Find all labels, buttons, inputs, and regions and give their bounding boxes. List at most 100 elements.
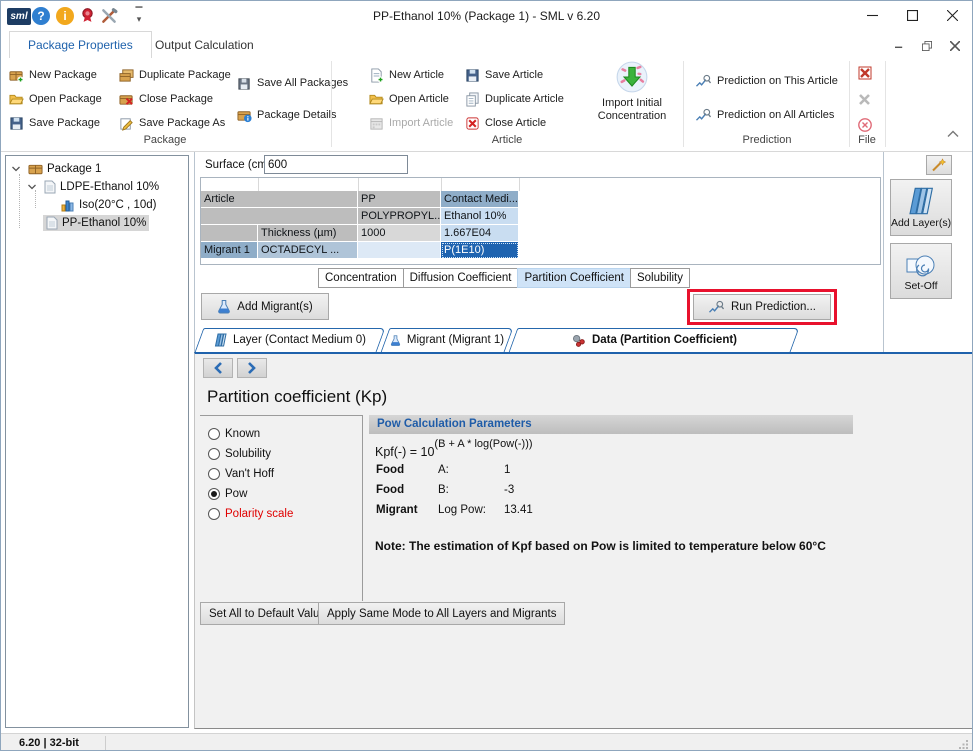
close-package-button[interactable]: Close Package: [119, 89, 213, 109]
mdi-close-button[interactable]: [944, 37, 966, 54]
prediction-icon: [695, 74, 712, 89]
save-package-as-button[interactable]: Save Package As: [119, 113, 225, 133]
cell-article-header[interactable]: Article: [201, 191, 358, 208]
radio-vant-hoff[interactable]: Van't Hoff: [208, 468, 274, 480]
pow-limit-note: Note: The estimation of Kpf based on Pow…: [375, 539, 826, 553]
prediction-this-article-button[interactable]: Prediction on This Article: [695, 71, 838, 91]
wizard-button[interactable]: [926, 155, 952, 175]
article-group-label: Article: [333, 134, 681, 146]
save-all-icon: [237, 76, 252, 91]
new-package-icon: [9, 68, 24, 83]
import-article-button: Import Article: [369, 113, 453, 133]
cell-migrant-row-label[interactable]: Migrant 1: [201, 242, 258, 259]
cell-thickness-label[interactable]: Thickness (µm): [258, 225, 358, 242]
save-icon: [9, 116, 24, 131]
tab-output-calculation[interactable]: Output Calculation: [137, 31, 272, 58]
tab-partition-coefficient[interactable]: Partition Coefficient: [517, 268, 631, 288]
tab-diffusion-coefficient[interactable]: Diffusion Coefficient: [403, 268, 519, 288]
resize-grip[interactable]: [959, 740, 969, 750]
close-all-files-button: [857, 89, 873, 109]
open-folder-icon: [9, 92, 24, 107]
ribbon-tab-bar: Package Properties Output Calculation: [1, 31, 972, 58]
cell-blank[interactable]: [201, 225, 258, 242]
close-article-button[interactable]: Close Article: [465, 113, 546, 133]
cell-blank[interactable]: [358, 242, 441, 259]
grid-line: [519, 178, 520, 191]
mdi-restore-button[interactable]: [916, 37, 938, 54]
panel-heading: Partition coefficient (Kp): [207, 387, 387, 407]
subtab-migrant[interactable]: Migrant (Migrant 1): [385, 328, 509, 352]
tree-item-ldpe-ethanol[interactable]: LDPE-Ethanol 10%: [27, 178, 162, 196]
set-off-button[interactable]: Set-Off: [890, 243, 952, 299]
subtab-layer[interactable]: Layer (Contact Medium 0): [199, 328, 381, 352]
prediction-icon: [708, 300, 725, 315]
new-article-icon: [369, 68, 384, 83]
tab-solubility[interactable]: Solubility: [630, 268, 690, 288]
tab-concentration[interactable]: Concentration: [318, 268, 404, 288]
tree-item-iso-condition[interactable]: Iso(20°C , 10d): [58, 196, 159, 214]
window-controls: [852, 1, 972, 30]
import-initial-concentration-icon: [615, 60, 649, 94]
divider: [200, 415, 362, 416]
open-article-button[interactable]: Open Article: [369, 89, 449, 109]
group-separator: [683, 61, 684, 147]
layer-migrant-table: Article PP Contact Medi... POLYPROPYL...…: [200, 177, 881, 265]
radio-known[interactable]: Known: [208, 428, 260, 440]
article-icon: [46, 216, 58, 230]
nav-next-button[interactable]: [237, 358, 267, 378]
cell-contact-medium-header[interactable]: Contact Medi...: [441, 191, 519, 208]
cell-contact-medium-name[interactable]: Ethanol 10%: [441, 208, 519, 225]
molecule-icon: [571, 333, 586, 347]
cell-blank[interactable]: [201, 208, 358, 225]
radio-polarity-scale[interactable]: Polarity scale: [208, 508, 293, 520]
add-layers-button[interactable]: Add Layer(s): [890, 179, 952, 236]
package-group-label: Package: [1, 134, 329, 146]
apply-same-mode-button[interactable]: Apply Same Mode to All Layers and Migran…: [318, 602, 565, 625]
layer-icon: [214, 333, 227, 347]
tree-item-pp-ethanol[interactable]: PP-Ethanol 10%: [43, 214, 149, 232]
maximize-button[interactable]: [892, 1, 932, 30]
cell-material[interactable]: POLYPROPYL...: [358, 208, 441, 225]
package-icon: [28, 163, 43, 176]
duplicate-article-button[interactable]: Duplicate Article: [465, 89, 564, 109]
cell-partition-value-selected[interactable]: P(1E10): [441, 242, 519, 259]
add-migrants-button[interactable]: Add Migrant(s): [201, 293, 329, 320]
expander-down-icon[interactable]: [11, 164, 21, 174]
collapse-ribbon-icon[interactable]: [947, 130, 959, 138]
mdi-minimize-button[interactable]: [888, 37, 910, 54]
minimize-button[interactable]: [852, 1, 892, 30]
save-package-button[interactable]: Save Package: [9, 113, 100, 133]
nav-previous-button[interactable]: [203, 358, 233, 378]
cell-thickness-value[interactable]: 1000: [358, 225, 441, 242]
subtab-data[interactable]: Data (Partition Coefficient): [513, 328, 795, 352]
radio-dot: [208, 508, 220, 520]
param-row-logpow: MigrantLog Pow:13.41: [376, 504, 533, 516]
open-package-button[interactable]: Open Package: [9, 89, 102, 109]
surface-input[interactable]: [264, 155, 408, 174]
radio-pow[interactable]: Pow: [208, 488, 247, 500]
chevron-left-icon: [213, 362, 223, 374]
cell-layer-name[interactable]: PP: [358, 191, 441, 208]
package-details-button[interactable]: Package Details: [237, 105, 337, 125]
close-all-disabled-icon: [857, 91, 873, 107]
exit-button[interactable]: [857, 115, 873, 135]
group-separator: [331, 61, 332, 147]
tab-package-properties[interactable]: Package Properties: [9, 31, 152, 58]
new-package-button[interactable]: New Package: [9, 65, 97, 85]
expander-down-icon[interactable]: [27, 182, 37, 192]
coefficient-tab-bar: Concentration Diffusion Coefficient Part…: [319, 268, 690, 288]
close-button[interactable]: [932, 1, 972, 30]
duplicate-package-button[interactable]: Duplicate Package: [119, 65, 231, 85]
group-separator: [885, 61, 886, 147]
cell-migrant-name[interactable]: OCTADECYL ...: [258, 242, 358, 259]
package-details-icon: [237, 108, 252, 123]
prediction-all-articles-button[interactable]: Prediction on All Articles: [695, 105, 834, 125]
run-prediction-button[interactable]: Run Prediction...: [693, 294, 831, 320]
save-article-button[interactable]: Save Article: [465, 65, 543, 85]
radio-dot: [208, 428, 220, 440]
tree-item-package-1[interactable]: Package 1: [11, 160, 104, 178]
close-file-button[interactable]: [857, 63, 873, 83]
new-article-button[interactable]: New Article: [369, 65, 444, 85]
cell-contact-thickness-value[interactable]: 1.667E04: [441, 225, 519, 242]
radio-solubility[interactable]: Solubility: [208, 448, 271, 460]
